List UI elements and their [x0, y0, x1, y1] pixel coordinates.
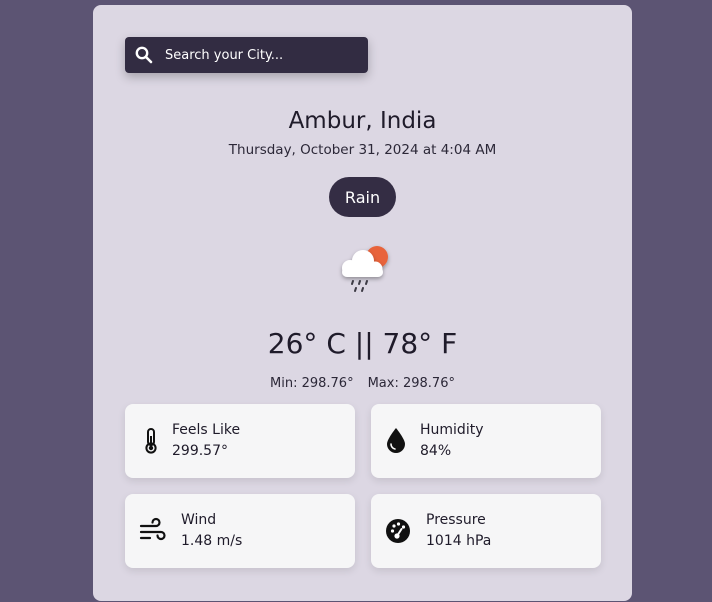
- search-box[interactable]: [125, 37, 368, 73]
- pressure-tile: Pressure 1014 hPa: [371, 494, 601, 568]
- humidity-tile: Humidity 84%: [371, 404, 601, 478]
- feels-like-tile: Feels Like 299.57°: [125, 404, 355, 478]
- temperature-reading: 26° C || 78° F: [267, 327, 458, 360]
- search-input[interactable]: [165, 47, 360, 63]
- wind-label: Wind: [181, 512, 217, 528]
- gauge-icon: [386, 519, 410, 543]
- pressure-label: Pressure: [426, 512, 486, 528]
- wind-icon: [139, 517, 166, 541]
- humidity-value: 84%: [420, 443, 452, 459]
- weather-card: Ambur, India Thursday, October 31, 2024 …: [93, 5, 632, 601]
- max-temperature: Max: 298.76°: [367, 376, 455, 391]
- date-time: Thursday, October 31, 2024 at 4:04 AM: [228, 142, 497, 158]
- wind-value: 1.48 m/s: [181, 533, 243, 549]
- water-drop-icon: [387, 428, 405, 453]
- pressure-value: 1014 hPa: [426, 533, 492, 549]
- condition-badge: Rain: [329, 177, 396, 217]
- thermometer-icon: [145, 428, 157, 454]
- min-max-range: Min: 298.76° Max: 298.76°: [93, 376, 632, 391]
- feels-like-label: Feels Like: [172, 422, 241, 438]
- feels-like-value: 299.57°: [172, 443, 228, 459]
- search-icon: [135, 46, 153, 64]
- rain-cloud-sun-icon: [342, 246, 388, 292]
- wind-tile: Wind 1.48 m/s: [125, 494, 355, 568]
- city-name: Ambur, India: [288, 108, 437, 134]
- min-temperature: Min: 298.76°: [270, 376, 354, 391]
- humidity-label: Humidity: [420, 422, 484, 438]
